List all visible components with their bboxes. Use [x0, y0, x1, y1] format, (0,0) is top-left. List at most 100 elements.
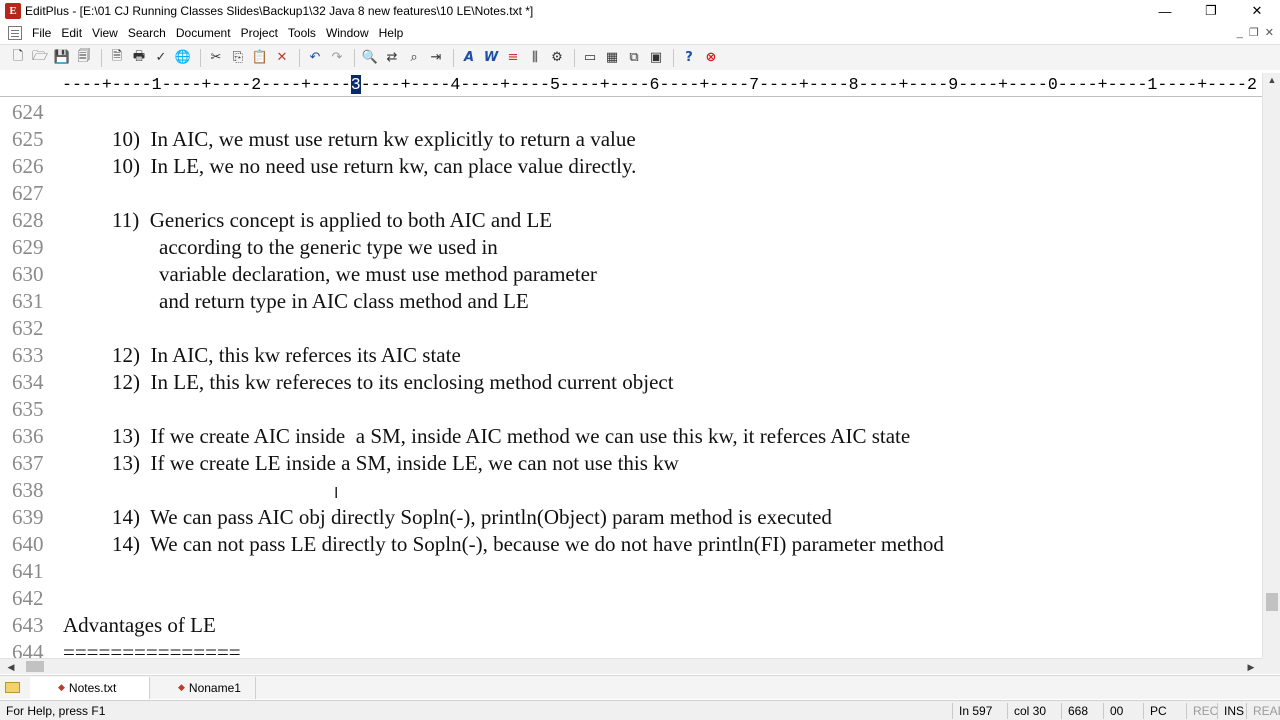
line-text[interactable]: 11) Generics concept is applied to both … — [112, 207, 552, 234]
modified-indicator-icon: ◆ — [178, 682, 185, 692]
editor-line: 629 according to the generic type we used… — [0, 234, 1262, 261]
close-button[interactable]: ✕ — [1234, 0, 1280, 22]
editor-line: 630 variable declaration, we must use met… — [0, 261, 1262, 288]
print-icon[interactable]: 🖶 — [129, 48, 149, 68]
scroll-right-arrow-icon[interactable]: ▶ — [1242, 660, 1260, 674]
editor-line: 639 14) We can pass AIC obj directly Sopl… — [0, 504, 1262, 531]
settings-icon[interactable]: ⚙ — [547, 48, 567, 68]
paste-icon[interactable]: 📋 — [250, 48, 270, 68]
goto-icon[interactable]: ⇥ — [426, 48, 446, 68]
horizontal-scrollbar[interactable]: ◀ ▶ — [0, 658, 1262, 674]
ruler-icon[interactable]: ≡ — [503, 48, 523, 68]
menu-project[interactable]: Project — [239, 26, 286, 40]
status-help-text: For Help, press F1 — [6, 704, 106, 718]
find-icon[interactable]: 🔍 — [360, 48, 380, 68]
full-screen-icon[interactable]: ▣ — [646, 48, 666, 68]
menu-document[interactable]: Document — [174, 26, 239, 40]
folder-icon[interactable] — [5, 682, 20, 693]
line-number: 632 — [12, 316, 44, 340]
font-icon[interactable]: A — [459, 48, 479, 68]
ruler-before: ----+----1----+----2----+---- — [62, 75, 351, 94]
line-text[interactable]: 14) We can pass AIC obj directly Sopln(-… — [112, 504, 832, 531]
menu-help[interactable]: Help — [377, 26, 412, 40]
line-number: 644 — [12, 640, 44, 658]
column-icon[interactable]: ⫼ — [525, 48, 545, 68]
line-text[interactable]: 12) In LE, this kw refereces to its encl… — [112, 369, 674, 396]
line-number: 637 — [12, 451, 44, 475]
mdi-minimize-button[interactable]: _ — [1237, 27, 1243, 39]
editor-line: 633 12) In AIC, this kw referces its AIC … — [0, 342, 1262, 369]
editplus-app-icon[interactable]: E — [5, 3, 21, 19]
tab-noname1[interactable]: ◆ Noname1 — [150, 676, 256, 699]
status-line[interactable]: In 597 — [952, 703, 1007, 719]
mdi-restore-button[interactable]: ❐ — [1249, 26, 1259, 39]
status-column[interactable]: col 30 — [1007, 703, 1061, 719]
replace-icon[interactable]: ⇄ — [382, 48, 402, 68]
new-file-icon[interactable]: 🗋 — [8, 48, 28, 68]
copy-icon[interactable]: ⎘ — [228, 48, 248, 68]
menu-search[interactable]: Search — [126, 26, 174, 40]
menu-window[interactable]: Window — [324, 26, 377, 40]
line-text[interactable]: 14) We can not pass LE directly to Sopln… — [112, 531, 944, 558]
word-wrap-icon[interactable]: W — [481, 48, 501, 68]
mdi-close-button[interactable]: ✕ — [1265, 26, 1274, 39]
modified-indicator-icon: ◆ — [58, 682, 65, 692]
stop-icon[interactable]: ⊗ — [701, 48, 721, 68]
cascade-icon[interactable]: ⧉ — [624, 48, 644, 68]
status-bar: For Help, press F1 In 597 col 30 668 00 … — [0, 700, 1280, 720]
menu-edit[interactable]: Edit — [59, 26, 90, 40]
maximize-button[interactable]: ❐ — [1188, 0, 1234, 22]
menu-file[interactable]: File — [30, 26, 59, 40]
column-ruler[interactable]: ----+----1----+----2----+----3----+----4… — [62, 73, 1262, 96]
vertical-scroll-thumb[interactable] — [1266, 593, 1278, 611]
line-text[interactable]: 13) If we create AIC inside a SM, inside… — [112, 423, 910, 450]
editor-line: 643 Advantages of LE — [0, 612, 1262, 639]
find-in-files-icon[interactable]: ⌕ — [404, 48, 424, 68]
toolbar-separator — [453, 48, 454, 67]
line-number: 628 — [12, 208, 44, 232]
ruler-after: ----+----4----+----5----+----6----+----7… — [360, 75, 1257, 94]
line-text[interactable]: and return type in AIC class method and … — [159, 288, 529, 315]
line-text[interactable]: 12) In AIC, this kw referces its AIC sta… — [112, 342, 461, 369]
spellcheck-icon[interactable]: ✓ — [151, 48, 171, 68]
status-ins[interactable]: INS — [1217, 703, 1246, 719]
editor-line: 628 11) Generics concept is applied to bo… — [0, 207, 1262, 234]
editor-line: 635 — [0, 396, 1262, 423]
tab-notes-txt[interactable]: ◆ Notes.txt — [30, 676, 150, 699]
scroll-up-arrow-icon[interactable]: ▲ — [1263, 73, 1280, 87]
open-icon[interactable]: 🗁 — [30, 48, 50, 68]
line-text[interactable]: according to the generic type we used in — [159, 234, 498, 261]
undo-icon[interactable]: ↶ — [305, 48, 325, 68]
delete-icon[interactable]: ✕ — [272, 48, 292, 68]
print-preview-icon[interactable]: 🗎 — [107, 48, 127, 68]
line-text[interactable]: =============== — [63, 639, 241, 658]
line-text[interactable]: Advantages of LE — [63, 612, 216, 639]
menu-tools[interactable]: Tools — [286, 26, 324, 40]
ruler-cursor-marker: 3 — [350, 75, 361, 94]
tile-icon[interactable]: ▦ — [602, 48, 622, 68]
save-all-icon[interactable]: 🗐 — [74, 48, 94, 68]
browser-icon[interactable]: 🌐 — [173, 48, 193, 68]
line-number: 635 — [12, 397, 44, 421]
save-icon[interactable]: 💾 — [52, 48, 72, 68]
vertical-scrollbar[interactable]: ▲ — [1262, 73, 1280, 658]
minimize-button[interactable]: — — [1142, 0, 1188, 22]
text-editor[interactable]: 624 625 10) In AIC, we must use return kw… — [0, 97, 1262, 658]
status-eol[interactable]: PC — [1143, 703, 1186, 719]
cut-icon[interactable]: ✂ — [206, 48, 226, 68]
toolbar-separator — [673, 48, 674, 67]
document-icon[interactable] — [8, 25, 22, 40]
scroll-left-arrow-icon[interactable]: ◀ — [2, 660, 20, 674]
editor-line: 637 13) If we create LE inside a SM, insi… — [0, 450, 1262, 477]
tab-label: Notes.txt — [68, 680, 117, 695]
redo-icon[interactable]: ↷ — [327, 48, 347, 68]
line-text[interactable]: 10) In LE, we no need use return kw, can… — [112, 153, 636, 180]
help-icon[interactable]: ? — [679, 48, 699, 68]
window-icon[interactable]: ▭ — [580, 48, 600, 68]
line-text[interactable]: 13) If we create LE inside a SM, inside … — [112, 450, 679, 477]
line-text[interactable]: variable declaration, we must use method… — [159, 261, 597, 288]
line-number: 630 — [12, 262, 44, 286]
horizontal-scroll-thumb[interactable] — [26, 661, 44, 672]
line-text[interactable]: 10) In AIC, we must use return kw explic… — [112, 126, 636, 153]
menu-view[interactable]: View — [90, 26, 126, 40]
